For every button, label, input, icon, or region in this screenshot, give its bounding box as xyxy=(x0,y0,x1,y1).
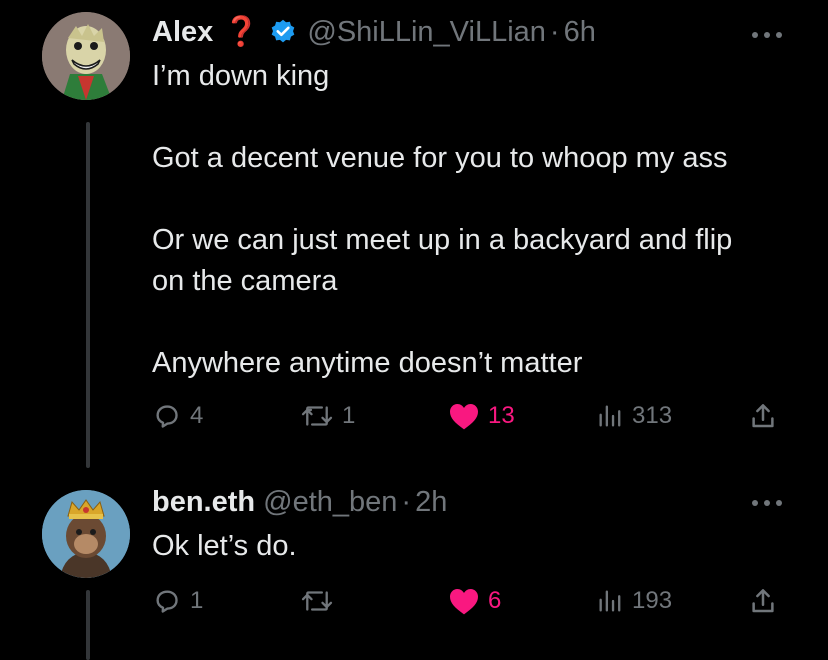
views-button[interactable]: 193 xyxy=(596,581,672,621)
share-icon xyxy=(752,589,774,613)
views-icon xyxy=(599,405,621,427)
share-button[interactable] xyxy=(748,396,778,436)
views-count: 313 xyxy=(632,402,673,429)
retweet-icon xyxy=(301,406,333,426)
verified-icon xyxy=(269,18,297,46)
share-icon xyxy=(752,404,774,428)
display-name[interactable]: ben.eth xyxy=(152,484,255,520)
tweet-paragraph: Anywhere anytime doesn’t matter xyxy=(152,347,583,379)
more-icon[interactable] xyxy=(752,498,782,508)
share-button[interactable] xyxy=(748,581,778,621)
timestamp[interactable]: 6h xyxy=(564,14,596,50)
separator-dot: · xyxy=(401,486,412,518)
action-bar: 1 6 193 xyxy=(152,581,792,621)
handle[interactable]: @eth_ben xyxy=(263,484,397,520)
tweet-text: I’m down king Got a decent venue for you… xyxy=(152,56,802,384)
avatar[interactable] xyxy=(42,12,130,100)
tweet-text: Ok let’s do. xyxy=(152,526,802,567)
display-name[interactable]: Alex xyxy=(152,14,213,50)
tweet[interactable]: Alex ❓ @ShiLLin_ViLLian · 6h I’m down ki… xyxy=(0,0,828,470)
question-mark-badge: ❓ xyxy=(223,16,260,48)
heart-icon xyxy=(450,404,478,430)
tweet-paragraph: I’m down king xyxy=(152,60,330,92)
reply-count: 1 xyxy=(190,587,204,614)
thread-line xyxy=(86,122,90,468)
like-count: 6 xyxy=(488,587,502,614)
timestamp[interactable]: 2h xyxy=(415,484,447,520)
avatar[interactable] xyxy=(42,490,130,578)
retweet-count: 1 xyxy=(342,402,356,429)
thread-line xyxy=(86,590,90,660)
tweet-paragraph: Got a decent venue for you to whoop my a… xyxy=(152,142,728,174)
tweet-paragraph: Or we can just meet up in a backyard and… xyxy=(152,224,733,297)
tweet-header: ben.eth @eth_ben · 2h xyxy=(152,484,447,520)
views-icon xyxy=(599,590,621,612)
tweet-paragraph: Ok let’s do. xyxy=(152,530,297,562)
action-bar: 4 1 13 313 xyxy=(152,396,792,436)
like-button[interactable]: 13 xyxy=(448,396,515,436)
like-button[interactable]: 6 xyxy=(448,581,501,621)
reply-count: 4 xyxy=(190,402,204,429)
like-count: 13 xyxy=(488,402,515,429)
tweet[interactable]: ben.eth @eth_ben · 2h Ok let’s do. 1 6 1… xyxy=(0,470,828,660)
reply-button[interactable]: 1 xyxy=(152,581,203,621)
handle[interactable]: @ShiLLin_ViLLian xyxy=(307,14,546,50)
more-icon[interactable] xyxy=(752,30,782,40)
retweet-button[interactable] xyxy=(300,581,342,621)
reply-icon xyxy=(156,590,178,613)
separator-dot: · xyxy=(549,16,560,48)
retweet-button[interactable]: 1 xyxy=(300,396,355,436)
views-count: 193 xyxy=(632,587,673,614)
tweet-header: Alex ❓ @ShiLLin_ViLLian · 6h xyxy=(152,14,596,50)
views-button[interactable]: 313 xyxy=(596,396,672,436)
retweet-icon xyxy=(301,591,333,611)
heart-icon xyxy=(450,589,478,615)
reply-button[interactable]: 4 xyxy=(152,396,203,436)
reply-icon xyxy=(156,405,178,428)
